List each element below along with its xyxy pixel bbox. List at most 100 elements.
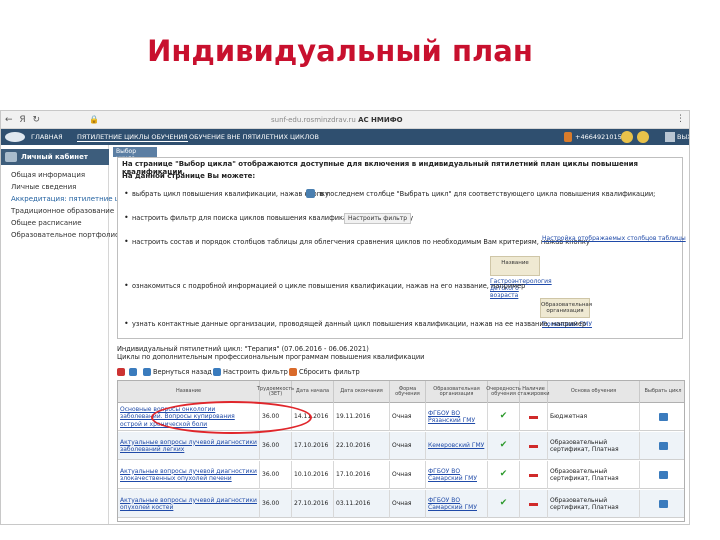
col-org[interactable]: Образовательная организация <box>426 381 488 403</box>
select-cell <box>640 432 686 460</box>
nav-outside-cycles[interactable]: ОБУЧЕНИЕ ВНЕ ПЯТИЛЕТНИХ ЦИКЛОВ <box>189 133 319 141</box>
notifications-icon[interactable] <box>621 131 633 143</box>
main-content: Выбор цикла На странице "Выбор цикла" от… <box>111 145 689 524</box>
browser-nav[interactable]: ← Я ↻ <box>5 115 42 125</box>
select-cycle-icon[interactable] <box>658 471 668 479</box>
exit-link[interactable]: ВЫХОД <box>677 133 689 141</box>
check-icon-cell: ✔ <box>488 403 520 431</box>
info-panel: На странице "Выбор цикла" отображаются д… <box>117 157 686 339</box>
cell-end: 19.11.2016 <box>334 403 390 431</box>
sidebar-item-personal[interactable]: Личные сведения <box>11 183 76 191</box>
check-icon: ✔ <box>499 469 508 480</box>
col-internship[interactable]: Наличие стажировки <box>518 381 549 403</box>
back-button[interactable]: Вернуться назад <box>153 368 212 376</box>
cabinet-icon <box>5 152 17 162</box>
info-heading: На данной странице Вы можете: <box>122 172 256 180</box>
check-icon: ✔ <box>499 498 508 509</box>
close-icon[interactable] <box>117 368 125 376</box>
minus-icon-cell <box>520 403 548 431</box>
col-select[interactable]: Выбрать цикл <box>640 381 686 403</box>
check-icon-cell: ✔ <box>488 461 520 489</box>
cycle-name-link[interactable]: Актуальные вопросы лучевой диагностики з… <box>118 461 260 489</box>
select-cycle-icon[interactable] <box>658 500 668 508</box>
cycle-name-link[interactable]: Актуальные вопросы лучевой диагностики о… <box>118 490 260 518</box>
cell-form: Очная <box>390 461 426 489</box>
check-icon: ✔ <box>499 440 508 451</box>
minus-icon <box>529 473 538 477</box>
cycle-subtitle: Циклы по дополнительным профессиональным… <box>117 353 425 361</box>
minus-icon <box>529 415 538 419</box>
table-toolbar: Вернуться назад Настроить фильтр Сбросит… <box>117 367 685 379</box>
check-icon-cell: ✔ <box>488 490 520 518</box>
org-link[interactable]: Кемеровский ГМУ <box>426 432 488 460</box>
screenshot-frame: ← Я ↻ 🔒 sunf-edu.rosminzdrav.ru АС НМИФО… <box>0 110 690 525</box>
table-row: Актуальные вопросы лучевой диагностики з… <box>118 461 684 489</box>
cell-zet: 36.00 <box>260 432 292 460</box>
back-icon <box>143 368 151 376</box>
org-link[interactable]: ФГБОУ ВО Рязанский ГМУ <box>426 403 488 431</box>
sidebar-item-schedule[interactable]: Общее расписание <box>11 219 82 227</box>
columns-settings-link: Настройка отображаемых столбцов таблицы <box>542 235 686 242</box>
org-link[interactable]: ФГБОУ ВО Самарский ГМУ <box>426 490 488 518</box>
select-cycle-icon[interactable] <box>658 413 668 421</box>
table-row: Актуальные вопросы лучевой диагностики з… <box>118 432 684 460</box>
col-form[interactable]: Форма обучения <box>390 381 426 403</box>
tab-select-cycle[interactable]: Выбор цикла <box>113 147 157 162</box>
slide-title: Индивидуальный план <box>147 34 533 68</box>
minus-icon-cell <box>520 461 548 489</box>
cell-end: 17.10.2016 <box>334 461 390 489</box>
nav-five-year-cycles[interactable]: ПЯТИЛЕТНИЕ ЦИКЛЫ ОБУЧЕНИЯ <box>77 133 188 142</box>
col-name[interactable]: Название <box>118 381 260 403</box>
info-bullet-details: ознакомиться с подробной информацией о ц… <box>124 281 525 290</box>
cell-basis: Образовательный сертификат, Платная <box>548 490 640 518</box>
search-icon[interactable] <box>637 131 649 143</box>
table-row: Актуальные вопросы лучевой диагностики о… <box>118 490 684 518</box>
col-basis[interactable]: Основа обучения <box>548 381 640 403</box>
cabinet-header: Личный кабинет <box>1 149 109 165</box>
columns-icon[interactable] <box>129 368 137 376</box>
info-bullet-select: выбрать цикл повышения квалификации, наж… <box>124 189 655 198</box>
sidebar-item-general[interactable]: Общая информация <box>11 171 85 179</box>
minus-icon-cell <box>520 432 548 460</box>
col-zet[interactable]: Трудоемкость (ЗЕТ) <box>257 381 294 403</box>
nav-main[interactable]: ГЛАВНАЯ <box>31 133 63 141</box>
browser-menu-icon[interactable]: ⋮ <box>676 114 685 124</box>
phone-icon <box>564 132 572 142</box>
exit-icon[interactable] <box>665 132 675 142</box>
table-header: Название Трудоемкость (ЗЕТ) Дата начала … <box>118 381 684 403</box>
filter-button[interactable]: Настроить фильтр <box>223 368 288 376</box>
select-cycle-icon[interactable] <box>658 442 668 450</box>
cell-start: 27.10.2016 <box>292 490 334 518</box>
col-end[interactable]: Дата окончания <box>334 381 390 403</box>
minus-icon-cell <box>520 490 548 518</box>
select-cycle-icon <box>306 189 315 198</box>
sample-org-header: Образовательная организация <box>540 298 592 318</box>
lock-icon: 🔒 <box>89 115 99 124</box>
reset-filter-icon <box>289 368 297 376</box>
col-start[interactable]: Дата начала <box>292 381 334 403</box>
cell-form: Очная <box>390 403 426 431</box>
org-link[interactable]: ФГБОУ ВО Самарский ГМУ <box>426 461 488 489</box>
reset-filter-button[interactable]: Сбросить фильтр <box>299 368 360 376</box>
address-bar[interactable]: sunf-edu.rosminzdrav.ru АС НМИФО <box>271 116 403 124</box>
info-bullet-columns: настроить состав и порядок столбцов табл… <box>124 237 590 246</box>
select-cell <box>640 490 686 518</box>
check-icon: ✔ <box>499 411 508 422</box>
filter-icon <box>213 368 221 376</box>
check-icon-cell: ✔ <box>488 432 520 460</box>
highlight-annotation <box>151 401 312 434</box>
sidebar: Личный кабинет Общая информация Личные с… <box>1 145 133 524</box>
cell-basis: Бюджетная <box>548 403 640 431</box>
cell-form: Очная <box>390 490 426 518</box>
minus-icon <box>529 502 538 506</box>
sidebar-item-portfolio[interactable]: Образовательное портфолио <box>11 231 119 239</box>
cell-basis: Образовательный сертификат, Платная <box>548 461 640 489</box>
cell-zet: 36.00 <box>260 490 292 518</box>
cell-form: Очная <box>390 432 426 460</box>
sidebar-item-traditional[interactable]: Традиционное образование <box>11 207 114 215</box>
cell-start: 17.10.2016 <box>292 432 334 460</box>
logo-icon[interactable] <box>5 132 25 142</box>
info-bullet-contacts: узнать контактные данные организации, пр… <box>124 319 586 328</box>
cycle-name-link[interactable]: Актуальные вопросы лучевой диагностики з… <box>118 432 260 460</box>
col-order[interactable]: Очередность обучения <box>486 381 521 403</box>
